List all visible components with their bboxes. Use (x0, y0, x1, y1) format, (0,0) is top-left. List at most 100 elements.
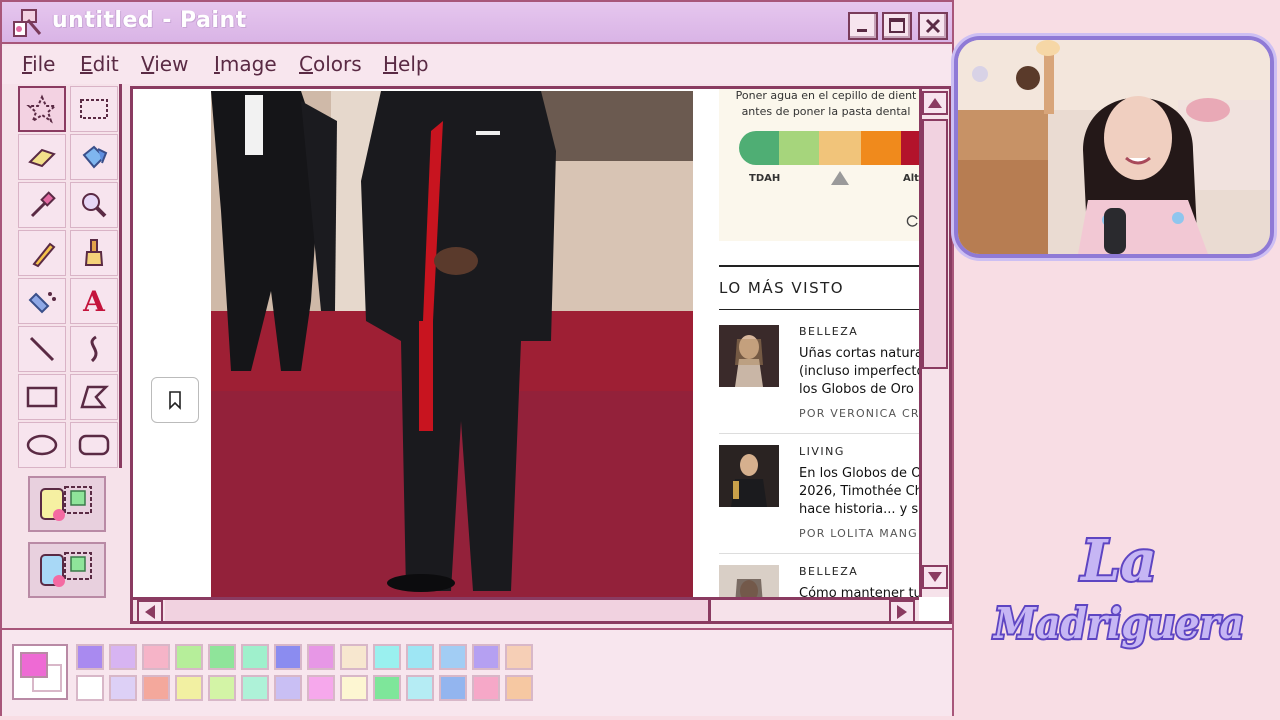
arrow-down-icon (928, 572, 942, 582)
menu-image[interactable]: Image (214, 52, 277, 76)
menu-edit[interactable]: Edit (80, 52, 119, 76)
toolbox: A (16, 84, 122, 468)
horizontal-scroll-thumb[interactable] (165, 600, 711, 621)
color-swatch[interactable] (307, 675, 335, 701)
bookmark-button[interactable] (151, 377, 199, 423)
tool-fill[interactable] (70, 134, 118, 180)
most-viewed-heading: LO MÁS VISTO (719, 279, 845, 297)
menu-help[interactable]: Help (383, 52, 429, 76)
color-swatch[interactable] (142, 644, 170, 670)
maximize-button[interactable] (882, 12, 912, 40)
article-title[interactable]: Cómo mantener tu (799, 585, 919, 597)
color-swatch[interactable] (406, 644, 434, 670)
paint-window: untitled - Paint File Edit View Image Co… (0, 0, 954, 716)
tool-airbrush[interactable] (18, 278, 66, 324)
eyedropper-icon (30, 191, 56, 218)
tool-rounded-rect[interactable] (70, 422, 118, 468)
tool-polygon[interactable] (70, 374, 118, 420)
divider-top (719, 265, 919, 267)
tool-rectangle[interactable] (18, 374, 66, 420)
color-swatch[interactable] (76, 675, 104, 701)
tool-line[interactable] (18, 326, 66, 372)
color-swatch[interactable] (439, 644, 467, 670)
primary-color[interactable] (20, 652, 48, 678)
color-swatch[interactable] (109, 675, 137, 701)
color-swatch[interactable] (175, 644, 203, 670)
color-swatch[interactable] (307, 644, 335, 670)
article-title-line: 2026, Timothée Cha (799, 484, 919, 499)
tool-text[interactable]: A (70, 278, 118, 324)
line-icon (29, 336, 55, 362)
minimize-icon (857, 29, 867, 32)
color-swatch[interactable] (109, 644, 137, 670)
color-swatch[interactable] (175, 675, 203, 701)
scroll-left-button[interactable] (137, 600, 163, 621)
color-palette (2, 628, 952, 716)
tool-color-picker[interactable] (18, 182, 66, 228)
tool-pencil[interactable] (18, 230, 66, 276)
minimize-button[interactable] (848, 12, 878, 40)
color-swatch[interactable] (208, 644, 236, 670)
canvas[interactable]: Poner agua en el cepillo de dient antes … (130, 86, 952, 624)
scale-marker-icon (831, 171, 849, 185)
opaque-option-button[interactable] (28, 476, 106, 532)
color-swatch[interactable] (472, 675, 500, 701)
pencil-icon (32, 242, 56, 268)
color-swatch[interactable] (340, 644, 368, 670)
color-swatch[interactable] (208, 675, 236, 701)
info-line-2: antes de poner la pasta dental (741, 105, 911, 118)
article-title-line: (incluso imperfecto (799, 364, 919, 379)
color-swatch[interactable] (505, 644, 533, 670)
menu-colors[interactable]: Colors (299, 52, 362, 76)
scroll-down-button[interactable] (922, 565, 948, 589)
tool-ellipse[interactable] (18, 422, 66, 468)
close-button[interactable] (918, 12, 948, 40)
news-side-panel: Poner agua en el cepillo de dient antes … (719, 89, 919, 597)
menu-file[interactable]: File (22, 52, 55, 76)
color-swatch[interactable] (76, 644, 104, 670)
color-swatch[interactable] (373, 644, 401, 670)
vertical-scroll-thumb[interactable] (922, 119, 948, 369)
scale-segment-4 (861, 131, 901, 165)
tool-free-form-select[interactable] (18, 86, 66, 132)
transparent-option-button[interactable] (28, 542, 106, 598)
article-item[interactable]: BELLEZA Cómo mantener tu (719, 565, 919, 597)
refresh-icon (906, 215, 918, 227)
tool-rect-select[interactable] (70, 86, 118, 132)
color-swatch[interactable] (406, 675, 434, 701)
arrow-up-icon (928, 98, 942, 108)
article-author: POR VERONICA CRIS (799, 407, 919, 420)
article-title-line: En los Globos de O (799, 466, 919, 481)
tool-curve[interactable] (70, 326, 118, 372)
title-bar[interactable]: untitled - Paint (2, 2, 952, 44)
color-swatch[interactable] (142, 675, 170, 701)
color-swatch[interactable] (241, 675, 269, 701)
horizontal-scrollbar[interactable] (133, 597, 919, 621)
color-swatch[interactable] (373, 675, 401, 701)
scroll-right-button[interactable] (889, 600, 915, 621)
current-colors[interactable] (12, 644, 68, 700)
color-swatch[interactable] (241, 644, 269, 670)
color-swatch[interactable] (505, 675, 533, 701)
tool-eraser[interactable] (18, 134, 66, 180)
article-title[interactable]: En los Globos de O 2026, Timothée Cha ha… (799, 465, 919, 519)
tool-brush[interactable] (70, 230, 118, 276)
color-swatch[interactable] (439, 675, 467, 701)
color-swatch[interactable] (472, 644, 500, 670)
article-title[interactable]: Uñas cortas natura (incluso imperfecto l… (799, 345, 919, 399)
color-swatch[interactable] (274, 675, 302, 701)
color-swatch[interactable] (340, 675, 368, 701)
color-swatch[interactable] (274, 644, 302, 670)
article-title-line: Uñas cortas natura (799, 346, 919, 361)
menu-view[interactable]: View (141, 52, 188, 76)
close-icon (925, 18, 941, 34)
article-category: LIVING (799, 445, 845, 458)
brush-icon (84, 239, 104, 266)
article-item[interactable]: LIVING En los Globos de O 2026, Timothée… (719, 445, 919, 561)
tool-magnifier[interactable] (70, 182, 118, 228)
article-divider (719, 553, 919, 554)
scroll-up-button[interactable] (922, 91, 948, 115)
vertical-scrollbar[interactable] (919, 89, 949, 597)
scale-left-label: TDAH (749, 173, 781, 184)
article-item[interactable]: BELLEZA Uñas cortas natura (incluso impe… (719, 325, 919, 441)
